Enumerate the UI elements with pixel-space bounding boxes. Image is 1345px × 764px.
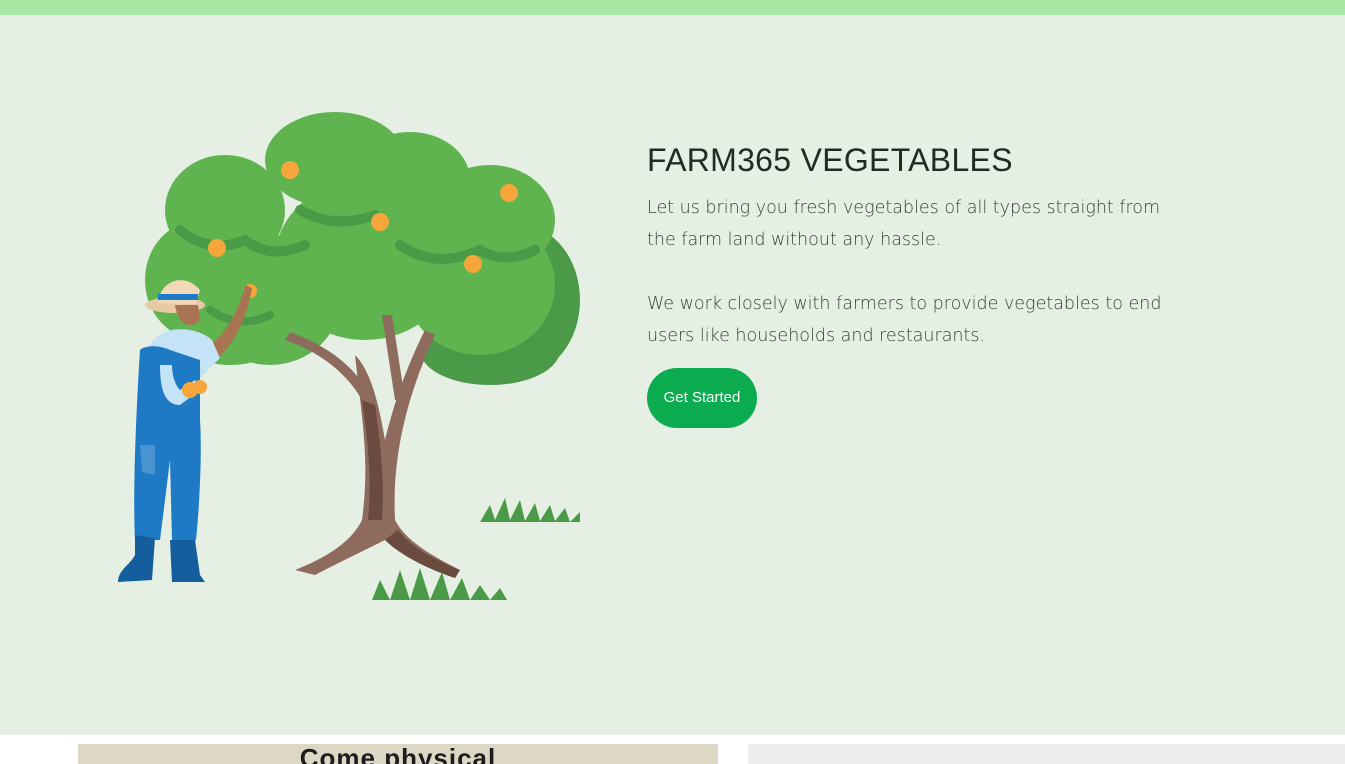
page-title: FARM365 VEGETABLES (647, 142, 1013, 178)
card-title: Come physical (299, 744, 497, 764)
farmer-tree-illustration (118, 112, 580, 600)
get-started-button[interactable]: Get Started (647, 368, 757, 428)
hero-description-2: We work closely with farmers to provide … (647, 294, 1162, 346)
hero-description-1: Let us bring you fresh vegetables of all… (647, 198, 1161, 250)
hero-text-block: FARM365 VEGETABLES Let us bring you fres… (647, 140, 1192, 428)
secondary-card (748, 744, 1345, 764)
physical-store-card: Come physical (78, 744, 718, 764)
features-section: Come physical (0, 735, 1345, 764)
top-strip (0, 0, 1345, 15)
hero-section: FARM365 VEGETABLES Let us bring you fres… (0, 15, 1345, 735)
